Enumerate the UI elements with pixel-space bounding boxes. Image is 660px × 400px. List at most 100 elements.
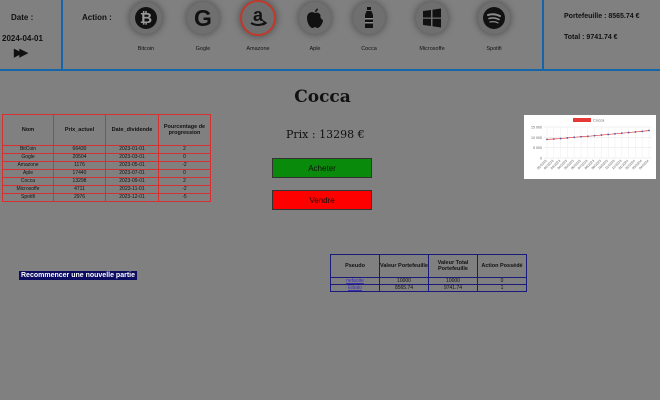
table-row: Microsoffe 4711 2023-11-01 -2	[2, 185, 211, 194]
company-name: Aple	[309, 46, 321, 52]
player-link[interactable]: nefaoite	[346, 278, 364, 284]
restart-game-button[interactable]: Recommencer une nouvelle partie	[19, 271, 137, 280]
table-header-row: Nom Prix_actuel Date_dividende Pourcenta…	[2, 114, 211, 146]
table-cell: 9741.74	[428, 284, 478, 292]
bottle-icon	[353, 2, 385, 34]
data-point	[559, 137, 562, 140]
table-cell: 66430	[53, 145, 106, 154]
table-cell: 0	[158, 153, 211, 162]
selected-stock-price: Prix : 13298 €	[286, 128, 365, 141]
apple-icon	[299, 2, 331, 34]
header-separator	[542, 0, 544, 70]
company-name: Cocca	[361, 46, 377, 52]
table-cell: 2023-03-01	[105, 153, 159, 162]
y-tick-label: 5 000	[533, 146, 542, 150]
price-chart-svg: 15 00010 0005 000001/202302/202303/20230…	[531, 118, 652, 170]
table-cell: 4711	[53, 185, 106, 194]
bitcoin-icon: ₿	[130, 2, 162, 34]
table-cell: 10000	[428, 277, 478, 285]
table-row: Amazone 1176 2023-05-01 -2	[2, 161, 211, 170]
table-cell: nefaoite	[330, 277, 380, 285]
company-microsoft[interactable]: Microsoffe	[402, 0, 462, 60]
table-cell: 0	[477, 277, 527, 285]
data-point	[546, 138, 548, 141]
data-point	[580, 135, 582, 138]
data-point	[593, 134, 596, 137]
table-cell: 2023-07-01	[105, 169, 159, 178]
company-name: Gogle	[195, 46, 211, 52]
column-header: Date_dividende	[105, 114, 159, 146]
column-header: Valeur Portefeuille	[379, 254, 429, 278]
company-bitcoin[interactable]: ₿ Bitcoin	[116, 0, 176, 60]
price-chart: 15 000 10 000 5 000 0 01/2023 02/2023 03/2023 0…	[524, 115, 656, 179]
selected-stock-title: Cocca	[294, 87, 351, 107]
svg-text:a: a	[253, 6, 264, 25]
legend-swatch	[573, 118, 591, 122]
column-header: Pseudo	[330, 254, 380, 278]
table-cell: Cocca	[2, 177, 54, 186]
table-cell: 13298	[53, 177, 106, 186]
table-cell: 2023-01-01	[105, 145, 159, 154]
table-cell: 2023-09-01	[105, 177, 159, 186]
table-cell: Aple	[2, 169, 54, 178]
table-row: Gogle 20504 2023-03-01 0	[2, 153, 211, 162]
next-day-button[interactable]: ▶▶	[14, 46, 28, 59]
table-cell: 2	[158, 177, 211, 186]
table-cell: -2	[158, 161, 211, 170]
amazon-icon: a	[240, 0, 276, 36]
column-header: Prix_actuel	[53, 114, 106, 146]
table-cell: -5	[158, 193, 211, 202]
table-row: nefaoite 10000 10000 0	[330, 277, 527, 285]
table-row: Spotifi 2976 2023-12-01 -5	[2, 193, 211, 202]
data-point	[552, 138, 555, 140]
table-cell: 17440	[53, 169, 106, 178]
company-name: Bitcoin	[137, 46, 155, 52]
data-point	[614, 132, 616, 135]
y-tick-label: 15 000	[531, 126, 542, 130]
table-cell: 1176	[53, 161, 106, 170]
company-spotify[interactable]: Spotifi	[464, 0, 524, 60]
sell-button[interactable]: Vendre	[272, 190, 372, 210]
column-header: Action Possédé	[477, 254, 527, 278]
company-name: Spotifi	[486, 46, 502, 52]
date-label: Date :	[11, 13, 34, 22]
company-amazon[interactable]: a Amazone	[228, 0, 288, 60]
data-point	[600, 134, 603, 136]
svg-text:G: G	[194, 6, 212, 30]
players-table: Pseudo Valeur Portefeuille Valeur Total …	[330, 254, 527, 292]
top-bar: Date : 2024-04-01 ▶▶ Action : ₿ Bitcoin …	[0, 0, 660, 71]
table-header-row: Pseudo Valeur Portefeuille Valeur Total …	[330, 254, 527, 278]
svg-text:₿: ₿	[140, 9, 152, 27]
player-link[interactable]: Eibalo	[348, 285, 362, 291]
data-point	[648, 129, 650, 132]
table-cell: Amazone	[2, 161, 54, 170]
data-point	[607, 133, 610, 136]
portfolio-value: Portefeuille : 8565.74 €	[564, 13, 640, 20]
column-header: Valeur Total Portefeuille	[428, 254, 478, 278]
company-apple[interactable]: Aple	[285, 0, 345, 60]
current-date: 2024-04-01	[2, 34, 43, 43]
data-point	[620, 132, 623, 135]
table-cell: 2023-05-01	[105, 161, 159, 170]
data-point	[641, 130, 644, 133]
total-value: Total : 9741.74 €	[564, 34, 618, 41]
table-cell: 2023-11-01	[105, 185, 159, 194]
company-cocca[interactable]: Cocca	[339, 0, 399, 60]
buy-button[interactable]: Acheter	[272, 158, 372, 178]
table-cell: 20504	[53, 153, 106, 162]
table-cell: 2976	[53, 193, 106, 202]
company-google[interactable]: G Gogle	[173, 0, 233, 60]
table-row: Cocca 13298 2023-09-01 2	[2, 177, 211, 186]
data-point	[566, 137, 569, 139]
header-separator	[61, 0, 63, 70]
table-row: BitCoin 66430 2023-01-01 2	[2, 145, 211, 154]
windows-icon	[416, 2, 448, 34]
data-point	[627, 131, 630, 134]
table-cell: 8565.74	[379, 284, 429, 292]
data-point	[634, 131, 637, 133]
stocks-table: Nom Prix_actuel Date_dividende Pourcenta…	[2, 114, 211, 202]
table-cell: 10000	[379, 277, 429, 285]
table-cell: 2023-12-01	[105, 193, 159, 202]
data-point	[586, 135, 589, 138]
y-tick-label: 10 000	[531, 136, 542, 140]
